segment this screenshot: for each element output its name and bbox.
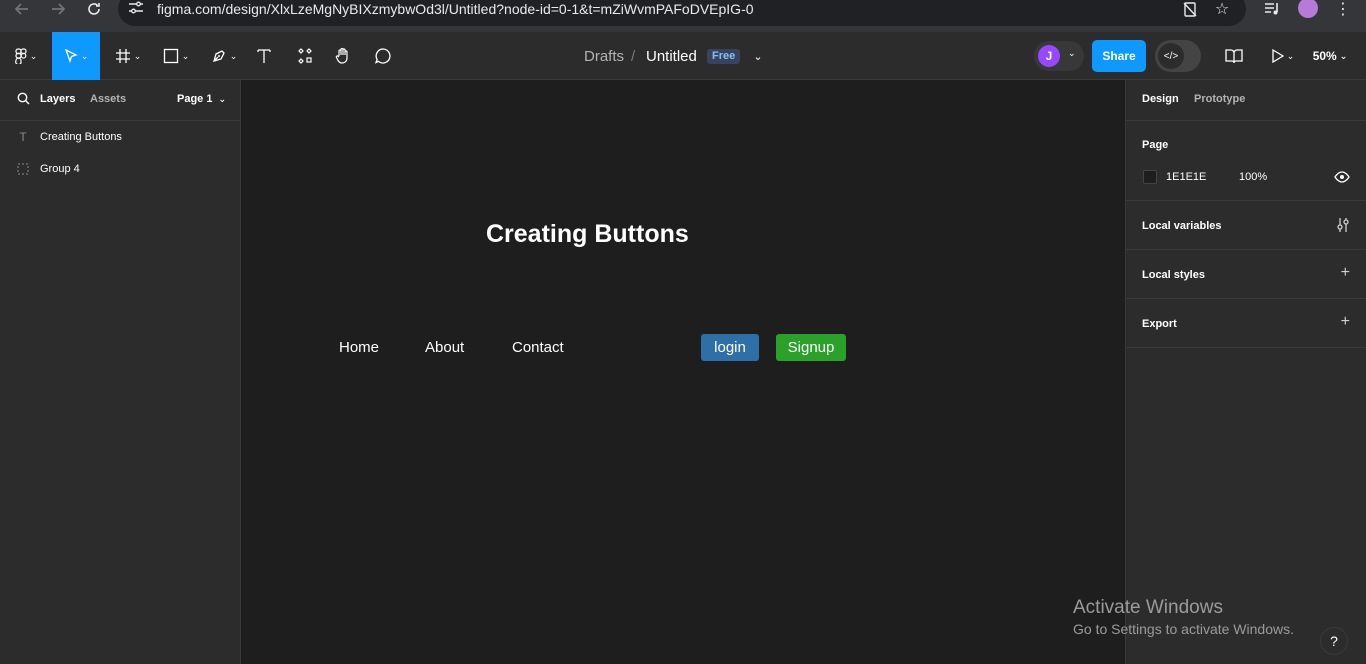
layers-panel: Layers Assets Page 1 ⌄ T Creating Button… bbox=[0, 80, 241, 664]
page-selector[interactable]: Page 1 ⌄ bbox=[177, 93, 226, 105]
shape-tool-button[interactable]: ⌄ bbox=[156, 32, 196, 80]
page-color-value[interactable]: 1E1E1E bbox=[1166, 171, 1206, 183]
present-play-button[interactable]: ⌄ bbox=[1264, 32, 1300, 80]
bookmark-star-icon[interactable]: ☆ bbox=[1212, 0, 1232, 18]
pen-tool-button[interactable]: ⌄ bbox=[204, 32, 244, 80]
plan-badge: Free bbox=[707, 49, 741, 64]
nav-link-about[interactable]: About bbox=[425, 339, 464, 356]
library-book-icon[interactable] bbox=[1222, 32, 1246, 80]
page-opacity-value[interactable]: 100% bbox=[1239, 171, 1267, 183]
layer-row-text[interactable]: T Creating Buttons bbox=[0, 121, 240, 153]
local-variables-section[interactable]: Local variables bbox=[1126, 201, 1366, 250]
components-tool-button[interactable] bbox=[292, 32, 318, 80]
text-layer-icon: T bbox=[19, 130, 27, 144]
tab-prototype[interactable]: Prototype bbox=[1194, 93, 1245, 105]
multiplayer-avatar-menu[interactable]: J ⌄ bbox=[1034, 41, 1084, 71]
user-avatar[interactable]: J bbox=[1038, 45, 1060, 67]
code-icon: </> bbox=[1158, 43, 1184, 69]
signup-button[interactable]: Signup bbox=[776, 334, 846, 361]
reload-icon[interactable] bbox=[80, 0, 108, 18]
file-menu-chevron-icon[interactable]: ⌄ bbox=[750, 32, 766, 80]
avatar-chevron-icon: ⌄ bbox=[1068, 48, 1076, 58]
canvas-heading[interactable]: Creating Buttons bbox=[486, 220, 689, 249]
variables-settings-icon[interactable] bbox=[1336, 217, 1350, 238]
page-section: Page bbox=[1126, 121, 1366, 201]
layer-label: Creating Buttons bbox=[40, 131, 122, 143]
add-style-plus-icon[interactable]: + bbox=[1341, 264, 1350, 282]
nav-link-home[interactable]: Home bbox=[339, 339, 379, 356]
frame-tool-button[interactable]: ⌄ bbox=[108, 32, 148, 80]
activate-windows-title: Activate Windows bbox=[1073, 597, 1223, 618]
forward-arrow-icon[interactable] bbox=[44, 0, 72, 18]
export-section[interactable]: Export + bbox=[1126, 299, 1366, 348]
properties-panel-header: Design Prototype bbox=[1126, 80, 1366, 121]
login-button[interactable]: login bbox=[701, 334, 759, 361]
zoom-level: 50% bbox=[1312, 49, 1337, 63]
page-color-swatch[interactable] bbox=[1143, 170, 1157, 184]
local-styles-section[interactable]: Local styles + bbox=[1126, 250, 1366, 299]
url-text[interactable]: figma.com/design/XlxLzeMgNyBIXzmybwOd3l/… bbox=[157, 0, 754, 18]
file-name[interactable]: Untitled bbox=[646, 32, 697, 80]
browser-toolbar: figma.com/design/XlxLzeMgNyBIXzmybwOd3l/… bbox=[0, 0, 1366, 32]
browser-menu-icon[interactable]: ⋮ bbox=[1335, 0, 1351, 18]
help-button[interactable]: ? bbox=[1320, 627, 1348, 655]
screenshot-blocked-icon[interactable] bbox=[1181, 0, 1199, 18]
design-canvas[interactable]: Creating Buttons Home About Contact logi… bbox=[241, 80, 1125, 664]
chevron-down-icon: ⌄ bbox=[218, 94, 227, 104]
local-variables-label: Local variables bbox=[1142, 220, 1222, 232]
group-layer-icon bbox=[17, 163, 29, 175]
figma-toolbar: ⌄ ⌄ ⌄ ⌄ ⌄ Drafts / Untitled Free ⌄ J ⌄ S… bbox=[0, 32, 1366, 80]
activate-windows-subtitle: Go to Settings to activate Windows. bbox=[1073, 621, 1294, 637]
local-styles-label: Local styles bbox=[1142, 269, 1205, 281]
layer-row-group[interactable]: Group 4 bbox=[0, 153, 240, 185]
move-tool-button[interactable]: ⌄ bbox=[52, 32, 100, 80]
browser-profile-avatar[interactable] bbox=[1298, 0, 1318, 18]
add-export-plus-icon[interactable]: + bbox=[1341, 313, 1350, 331]
media-control-icon[interactable] bbox=[1262, 0, 1282, 18]
text-tool-button[interactable] bbox=[252, 32, 276, 80]
site-settings-icon[interactable] bbox=[128, 1, 144, 15]
tab-layers[interactable]: Layers bbox=[40, 93, 75, 105]
figma-main-menu-icon[interactable]: ⌄ bbox=[8, 32, 44, 80]
hand-tool-icon[interactable] bbox=[330, 32, 356, 80]
dev-mode-toggle[interactable]: </> bbox=[1155, 40, 1201, 72]
back-arrow-icon[interactable] bbox=[8, 0, 36, 18]
page-section-title: Page bbox=[1142, 139, 1169, 151]
tab-design[interactable]: Design bbox=[1142, 93, 1179, 105]
tab-assets[interactable]: Assets bbox=[90, 93, 126, 105]
page-selector-label: Page 1 bbox=[177, 93, 213, 105]
nav-link-contact[interactable]: Contact bbox=[512, 339, 564, 356]
share-button[interactable]: Share bbox=[1092, 40, 1146, 72]
export-label: Export bbox=[1142, 318, 1177, 330]
properties-panel: Design Prototype Page 1E1E1E 100% Local … bbox=[1125, 80, 1366, 664]
breadcrumb-separator: / bbox=[631, 47, 636, 65]
layer-label: Group 4 bbox=[40, 163, 80, 175]
breadcrumb-drafts[interactable]: Drafts bbox=[584, 32, 624, 80]
search-icon[interactable] bbox=[17, 92, 30, 110]
zoom-menu[interactable]: 50% ⌄ bbox=[1308, 32, 1352, 80]
eye-icon[interactable] bbox=[1334, 170, 1350, 188]
comment-tool-icon[interactable] bbox=[370, 32, 396, 80]
layers-panel-header: Layers Assets Page 1 ⌄ bbox=[0, 80, 240, 121]
